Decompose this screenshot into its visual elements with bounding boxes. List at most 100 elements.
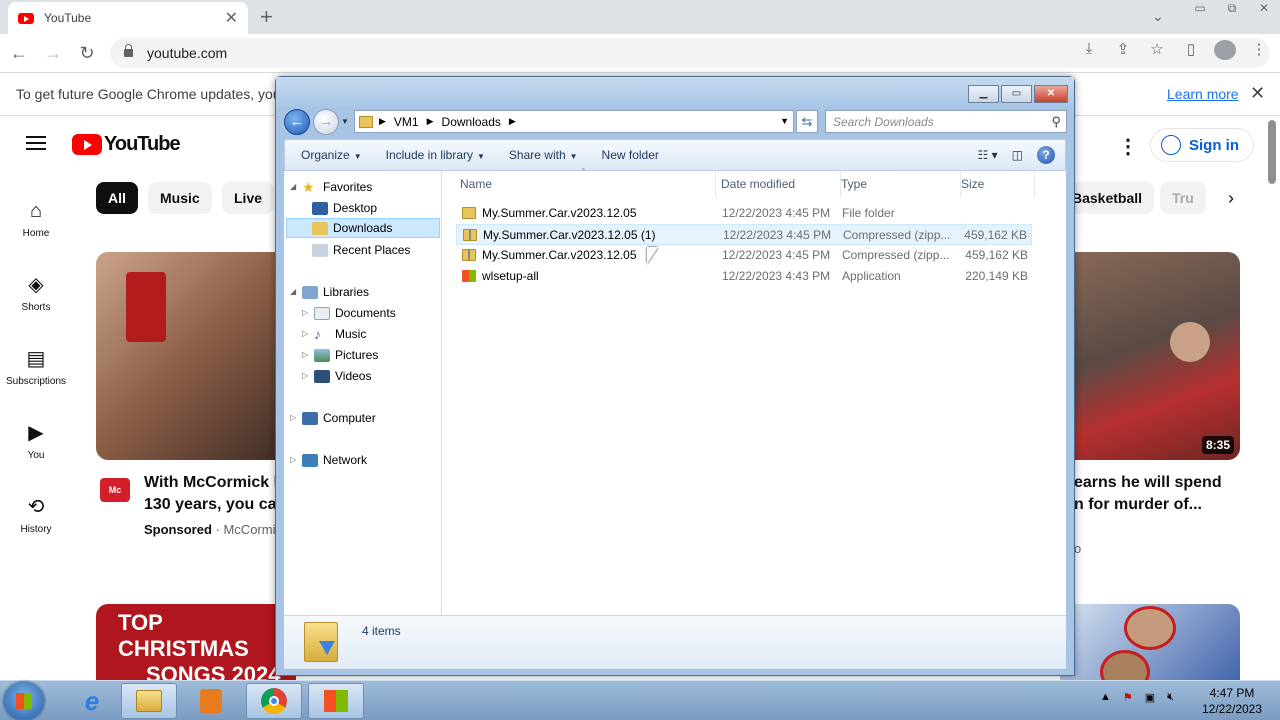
recent-pages-dropdown-icon[interactable]: ▼ [341,117,349,126]
video-title[interactable]: earns he will spend n for murder of... [1074,472,1222,516]
expand-arrow-icon[interactable]: ▷ [290,450,302,470]
preview-pane-icon[interactable]: ◫ [1012,148,1023,162]
chip-all[interactable]: All [96,182,138,214]
file-row[interactable]: wlsetup-all 12/22/2023 4:43 PM Applicati… [456,266,1032,287]
settings-menu-icon[interactable]: ⋮ [1118,134,1138,159]
video-thumbnail[interactable] [96,252,296,460]
sidebar-item-history[interactable]: ⟲ History [0,478,72,552]
nav-item-videos[interactable]: ▷ Videos [302,366,371,386]
column-header-name[interactable]: Name [460,171,716,197]
start-button[interactable] [4,682,44,720]
change-view-icon[interactable]: ☷ ▾ [978,148,998,162]
close-window-button[interactable]: ✕ [1251,0,1277,18]
lock-icon[interactable] [124,44,133,57]
expand-arrow-icon[interactable]: ▷ [290,408,302,428]
expand-arrow-icon[interactable]: ▷ [302,324,314,344]
minimize-window-button[interactable]: ▭ [1187,0,1213,18]
guide-menu-icon[interactable] [26,136,46,150]
sidebar-item-home[interactable]: ⌂ Home [0,182,72,256]
side-panel-icon[interactable]: ▯ [1180,40,1202,60]
tab-search-icon[interactable]: ⌄ [1152,8,1164,25]
bookmark-star-icon[interactable]: ☆ [1146,40,1168,60]
sidebar-item-you[interactable]: ▶ You [0,404,72,478]
video-thumbnail[interactable]: TOP CHRISTMAS SONGS 2024 [96,604,296,680]
youtube-logo[interactable]: YouTube [72,133,181,156]
nav-item-recent-places[interactable]: Recent Places [312,240,410,260]
nav-item-desktop[interactable]: Desktop [312,198,377,218]
file-row[interactable]: My.Summer.Car.v2023.12.05 (1) 12/22/2023… [456,224,1032,245]
breadcrumb-separator-icon[interactable]: ▶ [427,116,434,127]
chip-music[interactable]: Music [148,182,212,214]
taskbar-windows-explorer[interactable] [121,683,177,719]
explorer-search-input[interactable]: Search Downloads ⚲ [825,110,1067,133]
explorer-back-button[interactable]: ← [284,109,310,135]
nav-item-music[interactable]: ▷ ♪ Music [302,324,366,344]
file-row[interactable]: My.Summer.Car.v2023.12.05 12/22/2023 4:4… [456,203,1032,224]
nav-item-favorites[interactable]: ◢ ★ Favorites [290,177,372,197]
explorer-forward-button[interactable]: → [313,109,339,135]
video-title[interactable]: With McCormick b 130 years, you can [144,472,286,516]
expand-arrow-icon[interactable]: ▷ [302,366,314,386]
video-thumbnail[interactable] [1060,604,1240,680]
explorer-close-button[interactable]: ✕ [1034,85,1068,103]
include-in-library-menu[interactable]: Include in library ▼ [378,148,493,162]
nav-item-pictures[interactable]: ▷ Pictures [302,345,378,365]
taskbar-internet-explorer[interactable]: e [64,683,120,719]
nav-item-libraries[interactable]: ◢ Libraries [290,282,369,302]
profile-avatar[interactable] [1214,40,1236,60]
column-header-date[interactable]: Date modified [721,171,841,197]
share-with-menu[interactable]: Share with ▼ [501,148,586,162]
breadcrumb-downloads[interactable]: Downloads [442,115,501,129]
sign-in-button[interactable]: Sign in [1150,128,1254,162]
share-icon[interactable]: ⇪ [1112,40,1134,60]
refresh-icon[interactable]: ⇆ [796,110,818,133]
organize-menu[interactable]: Organize ▼ [293,148,370,162]
browser-tab-youtube[interactable]: YouTube ✕ [8,2,248,34]
help-icon[interactable]: ? [1037,146,1055,164]
new-folder-button[interactable]: New folder [594,148,667,162]
forward-button[interactable]: → [38,38,68,68]
column-header-type[interactable]: Type [841,171,961,197]
explorer-maximize-button[interactable]: ▭ [1001,85,1032,103]
expand-arrow-icon[interactable]: ▷ [302,303,314,323]
chip-tru[interactable]: Tru [1160,182,1206,214]
taskbar-clock[interactable]: 4:47 PM 12/22/2023 [1196,685,1268,717]
reload-button[interactable]: ↻ [72,38,102,68]
sidebar-item-subscriptions[interactable]: ▤ Subscriptions [0,330,72,404]
file-row[interactable]: My.Summer.Car.v2023.12.05 12/22/2023 4:4… [456,245,1032,266]
channel-logo-mccormick[interactable]: Mc [100,478,130,502]
collapse-arrow-icon[interactable]: ◢ [290,282,302,302]
show-hidden-icons-icon[interactable]: ▲ [1100,691,1111,704]
nav-item-network[interactable]: ▷ Network [290,450,367,470]
page-scrollbar[interactable] [1268,120,1276,184]
breadcrumb-vm1[interactable]: VM1 [394,115,419,129]
nav-item-documents[interactable]: ▷ Documents [302,303,396,323]
install-icon[interactable]: ⤓ [1078,40,1100,60]
chip-live[interactable]: Live [222,182,275,214]
collapse-arrow-icon[interactable]: ◢ [290,177,302,197]
volume-muted-icon[interactable]: 🔇︎ [1167,691,1174,704]
explorer-address-bar[interactable]: ▶ VM1 ▶ Downloads ▶ ▼ [354,110,794,133]
sidebar-item-shorts[interactable]: ◈ Shorts [0,256,72,330]
breadcrumb-separator-icon[interactable]: ▶ [509,116,516,127]
learn-more-link[interactable]: Learn more [1167,86,1239,102]
expand-arrow-icon[interactable]: ▷ [302,345,314,365]
close-infobar-icon[interactable]: ✕ [1250,83,1265,104]
new-tab-button[interactable]: + [260,4,273,30]
action-center-icon[interactable]: ⚑ [1123,691,1133,704]
taskbar-windows-app[interactable] [308,683,364,719]
explorer-minimize-button[interactable]: ▁ [968,85,999,103]
back-button[interactable]: ← [4,38,34,68]
channel-name[interactable]: · McCormi [216,522,276,537]
nav-item-downloads[interactable]: Downloads [286,218,440,238]
breadcrumb-separator-icon[interactable]: ▶ [379,116,386,127]
taskbar-chrome[interactable] [246,683,302,719]
column-header-size[interactable]: Size [961,171,1035,197]
close-tab-icon[interactable]: ✕ [225,8,238,28]
nav-item-computer[interactable]: ▷ Computer [290,408,376,428]
search-icon[interactable]: ⚲ [1051,114,1061,130]
taskbar-media-player[interactable] [183,683,239,719]
address-dropdown-icon[interactable]: ▼ [780,116,789,126]
explorer-titlebar[interactable]: ▁ ▭ ✕ [276,77,1074,107]
video-thumbnail[interactable]: 8:35 [1060,252,1240,460]
